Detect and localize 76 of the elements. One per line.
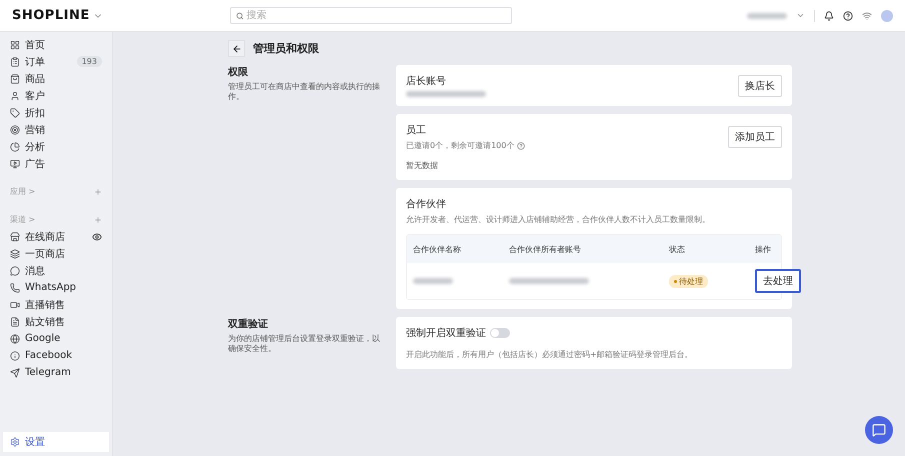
change-owner-button[interactable]: 换店长 xyxy=(738,74,782,96)
sidebar-item[interactable]: 设置 xyxy=(3,432,109,452)
search-icon xyxy=(236,12,244,20)
page-title: 管理员和权限 xyxy=(253,41,319,56)
process-button[interactable]: 去处理 xyxy=(755,269,801,293)
section-description: 为你的店铺管理后台设置登录双重验证，以确保安全性。 xyxy=(228,334,381,355)
toggle-note: 开启此功能后，所有用户（包括店长）必须通过密码+邮箱验证码登录管理后台。 xyxy=(406,349,694,360)
search-field[interactable]: 搜索 xyxy=(230,7,512,24)
back-button[interactable] xyxy=(228,40,245,57)
plus-icon[interactable] xyxy=(94,188,102,196)
add-staff-button[interactable]: 添加员工 xyxy=(728,126,782,148)
status-badge: 待处理 xyxy=(669,274,708,288)
sidebar-item[interactable]: Google xyxy=(3,330,109,347)
chat-icon xyxy=(872,423,886,437)
target-icon xyxy=(10,124,20,134)
column-header: 操作 xyxy=(755,244,772,254)
wifi-icon[interactable] xyxy=(862,10,872,20)
chat-icon xyxy=(10,266,20,276)
chat-button[interactable] xyxy=(865,416,893,444)
card-title: 店长账号 xyxy=(406,74,447,88)
card-subtitle: 已邀请0个，剩余可邀请100个 xyxy=(406,140,514,151)
user-icon xyxy=(10,90,20,100)
blurred-text xyxy=(747,12,787,18)
sidebar-item[interactable]: Telegram xyxy=(3,364,109,381)
section-description: 管理员工可在商店中查看的内容或执行的操作。 xyxy=(228,82,381,103)
sidebar-item[interactable]: Facebook xyxy=(3,347,109,364)
shopline-logo[interactable]: SHOPLINE xyxy=(12,8,90,23)
sidebar-item[interactable]: 一页商店 xyxy=(3,245,109,262)
empty-text: 暂无数据 xyxy=(406,160,439,171)
help-icon[interactable] xyxy=(843,10,853,20)
section-title: 双重验证 xyxy=(228,318,269,331)
pie-chart-icon xyxy=(10,142,20,152)
sidebar-item[interactable]: 订单 193 xyxy=(3,53,109,70)
sidebar-item[interactable]: WhatsApp xyxy=(3,279,109,296)
sidebar-item[interactable]: 广告 xyxy=(3,155,109,172)
sidebar-item[interactable]: 首页 xyxy=(3,36,109,53)
column-header: 状态 xyxy=(669,244,686,254)
sidebar-item[interactable]: 在线商店 xyxy=(3,228,109,245)
send-icon xyxy=(10,368,20,378)
store-icon xyxy=(10,232,20,242)
sidebar-item[interactable]: 分析 xyxy=(3,138,109,155)
bell-icon[interactable] xyxy=(824,10,834,20)
video-icon xyxy=(10,300,20,310)
sidebar-item[interactable]: 贴文销售 xyxy=(3,313,109,330)
toggle-label: 强制开启双重验证 xyxy=(406,326,486,340)
globe-icon xyxy=(10,334,20,344)
phone-icon xyxy=(10,282,20,292)
info-icon xyxy=(10,350,20,360)
plus-icon[interactable] xyxy=(94,216,102,224)
sidebar-item[interactable]: 折扣 xyxy=(3,104,109,121)
column-header: 合作伙伴名称 xyxy=(413,244,462,254)
bag-icon xyxy=(10,74,20,84)
sidebar-item[interactable]: 商品 xyxy=(3,70,109,87)
monitor-icon xyxy=(10,158,20,168)
card-title: 员工 xyxy=(406,124,427,137)
sidebar-item[interactable]: 营销 xyxy=(3,121,109,138)
settings-icon xyxy=(10,437,20,447)
card-subtitle: 允许开发者、代运营、设计师进入店铺辅助经营，合作伙伴人数不计入员工数量限制。 xyxy=(406,214,711,225)
blurred-text xyxy=(413,278,453,284)
sidebar-item[interactable]: 消息 xyxy=(3,262,109,279)
grid-icon xyxy=(10,40,20,50)
tag-icon xyxy=(10,108,20,118)
toggle-switch[interactable] xyxy=(490,328,510,338)
count-badge: 193 xyxy=(76,56,102,67)
sidebar-item[interactable]: 客户 xyxy=(3,87,109,104)
document-icon xyxy=(10,316,20,326)
search-input[interactable]: 搜索 xyxy=(246,10,506,21)
eye-icon[interactable] xyxy=(92,232,102,242)
card-title: 合作伙伴 xyxy=(406,198,447,211)
clipboard-icon xyxy=(10,56,20,66)
arrow-left-icon xyxy=(232,44,242,54)
section-title: 权限 xyxy=(228,66,249,79)
sidebar-item[interactable]: 直播销售 xyxy=(3,296,109,313)
column-header: 合作伙伴所有者账号 xyxy=(509,244,582,254)
layers-icon xyxy=(10,248,20,258)
chevron-down-icon[interactable] xyxy=(796,11,805,20)
